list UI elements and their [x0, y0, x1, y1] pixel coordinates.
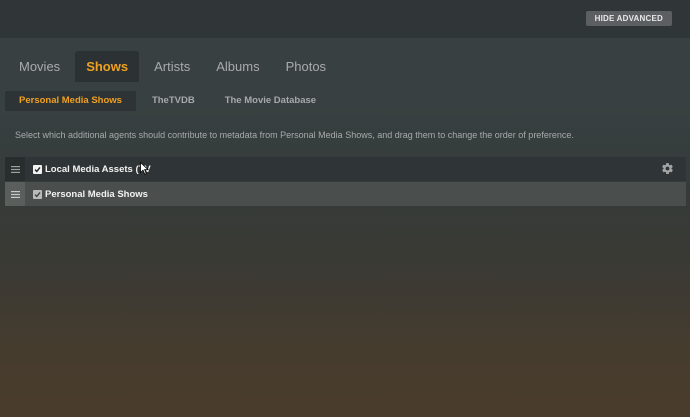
tab-photos[interactable]: Photos — [275, 51, 337, 82]
agent-checkbox[interactable] — [33, 189, 42, 199]
drag-handle-icon[interactable] — [5, 157, 25, 181]
drag-handle-icon[interactable] — [5, 182, 25, 206]
agent-row-local-media-assets[interactable]: Local Media Assets (TV — [5, 157, 686, 181]
tab-artists[interactable]: Artists — [143, 51, 201, 82]
agent-subtabs: Personal Media Shows TheTVDB The Movie D… — [5, 91, 332, 111]
top-bar: HIDE ADVANCED — [0, 0, 690, 38]
library-type-tabs: Movies Shows Artists Albums Photos — [8, 51, 341, 82]
tab-shows[interactable]: Shows — [75, 51, 140, 82]
subtab-personal-media-shows[interactable]: Personal Media Shows — [5, 91, 136, 111]
hide-advanced-button[interactable]: HIDE ADVANCED — [585, 11, 672, 26]
agent-label: Personal Media Shows — [45, 188, 148, 200]
agent-label: Local Media Assets (TV — [45, 163, 151, 175]
agents-description: Select which additional agents should co… — [15, 130, 574, 140]
tab-movies[interactable]: Movies — [8, 51, 71, 82]
mouse-cursor-icon — [140, 162, 149, 175]
subtab-thetvdb[interactable]: TheTVDB — [138, 91, 209, 111]
gear-icon[interactable] — [661, 162, 674, 180]
agent-checkbox[interactable] — [33, 164, 42, 174]
tab-albums[interactable]: Albums — [205, 51, 270, 82]
checkmark-icon — [34, 191, 41, 197]
agent-row-personal-media-shows[interactable]: Personal Media Shows — [5, 182, 686, 206]
checkmark-icon — [34, 166, 41, 172]
subtab-the-movie-database[interactable]: The Movie Database — [211, 91, 330, 111]
